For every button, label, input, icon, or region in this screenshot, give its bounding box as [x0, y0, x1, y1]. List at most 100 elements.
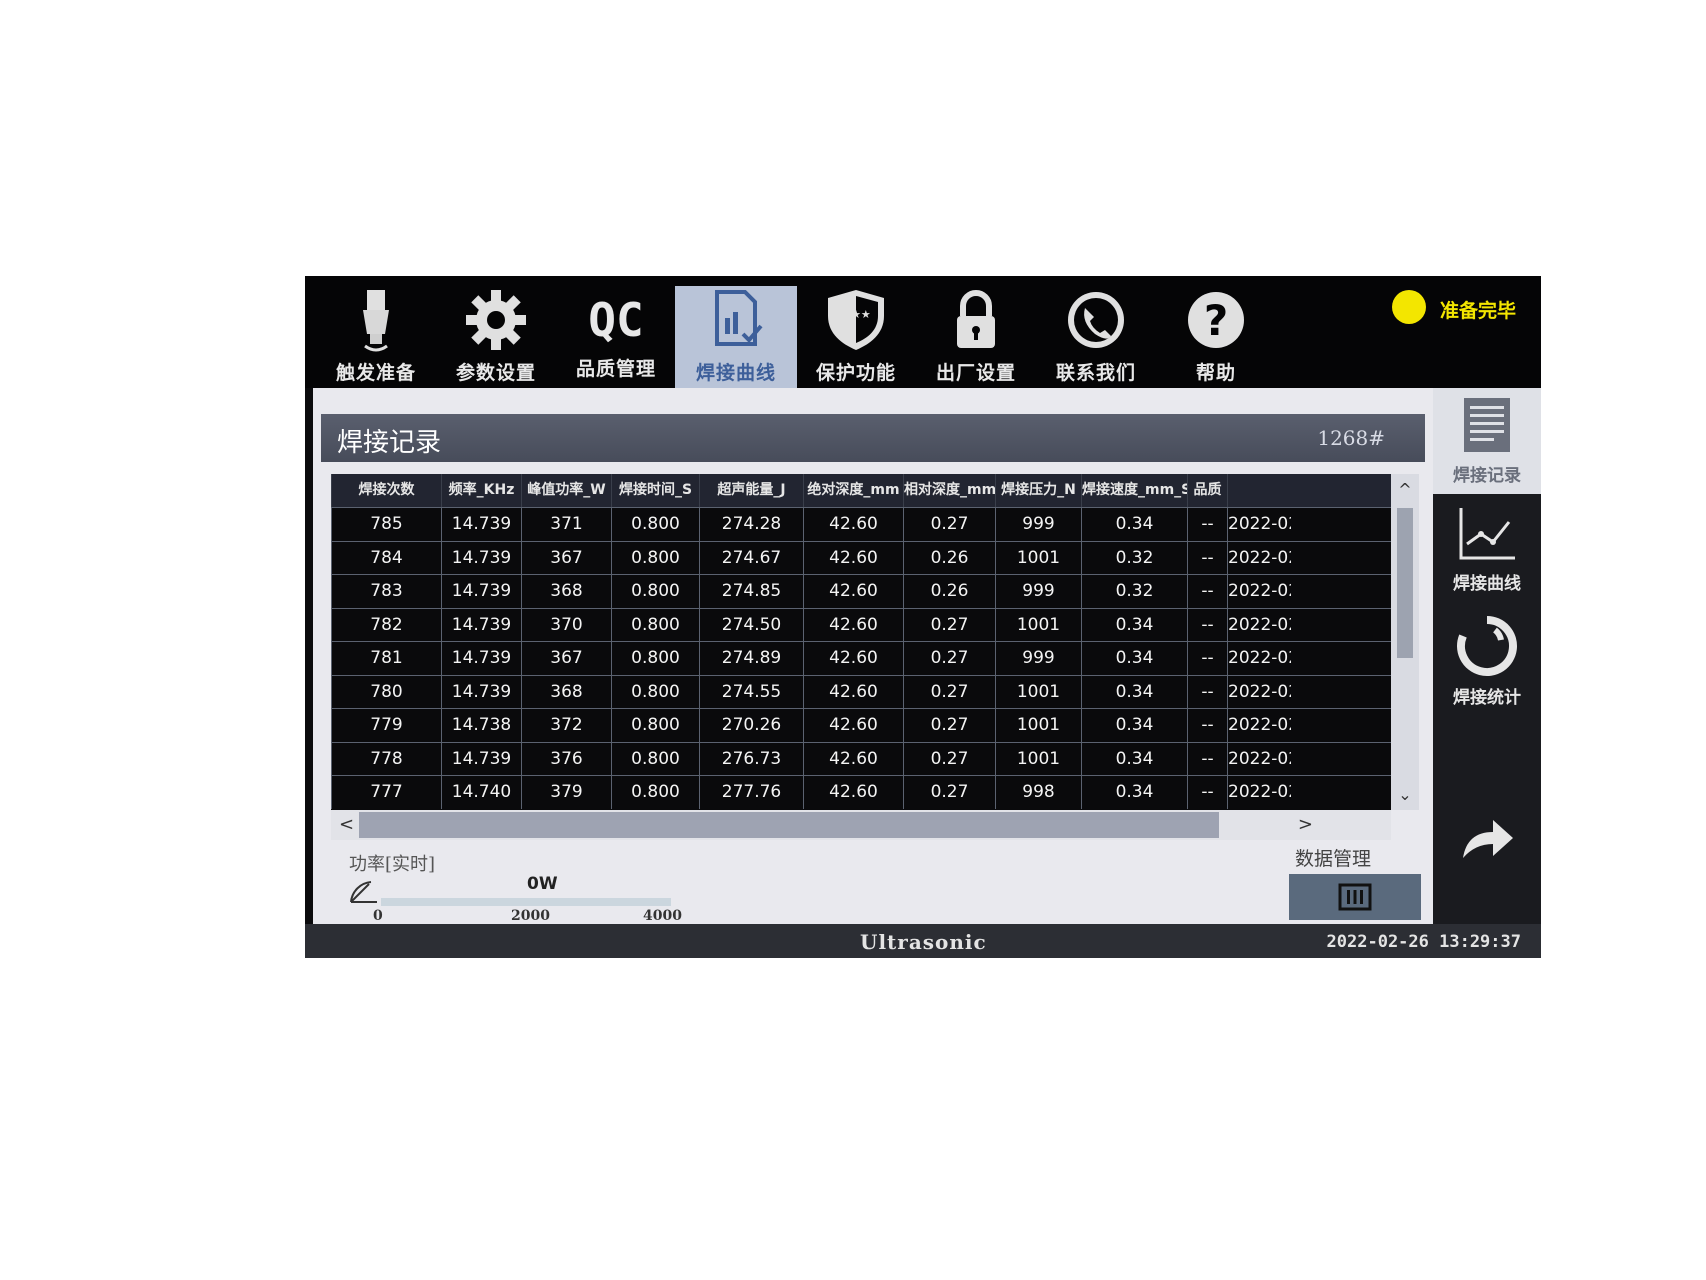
table-cell: -- — [1187, 508, 1227, 541]
tab-factory-settings[interactable]: 出厂设置 — [915, 286, 1037, 388]
vertical-scrollbar[interactable]: ^ ⌄ — [1391, 474, 1419, 810]
table-cell: 1001 — [995, 709, 1081, 742]
sidebar-item-weld-curve[interactable]: 焊接曲线 — [1433, 504, 1541, 604]
sidebar-item-label: 焊接统计 — [1453, 688, 1521, 708]
table-row[interactable]: 780 14.739 368 0.800 274.55 42.60 0.27 1001 0.34… — [331, 674, 1391, 709]
table-cell: 2022-02 — [1227, 508, 1291, 541]
table-cell: 777 — [331, 776, 441, 809]
table-cell: 42.60 — [803, 776, 903, 809]
table-cell: 274.85 — [699, 575, 803, 608]
status-indicator — [1392, 290, 1426, 324]
horizontal-scroll-thumb[interactable] — [359, 812, 1219, 838]
table-cell: 371 — [521, 508, 611, 541]
table-cell: 999 — [995, 642, 1081, 675]
table-cell: 0.800 — [611, 675, 699, 709]
table-row[interactable]: 785 14.739 371 0.800 274.28 42.60 0.27 999 0.34-… — [331, 507, 1391, 541]
table-cell: 2022-02 — [1227, 776, 1291, 809]
table-cell: 0.800 — [611, 742, 699, 776]
table-row[interactable]: 779 14.738 372 0.800 270.26 42.60 0.27 1001 0.34… — [331, 708, 1391, 742]
table-cell: 42.60 — [803, 575, 903, 608]
table-cell: 0.34 — [1081, 642, 1187, 675]
table-cell: -- — [1187, 642, 1227, 675]
table-cell: 0.800 — [611, 508, 699, 541]
table-cell: 1001 — [995, 675, 1081, 709]
tab-parameters[interactable]: 参数设置 — [435, 286, 557, 388]
table-cell: 42.60 — [803, 508, 903, 541]
table-cell: -- — [1187, 675, 1227, 709]
tab-weld-curve[interactable]: 焊接曲线 — [675, 286, 797, 388]
table-cell: 0.32 — [1081, 541, 1187, 575]
table-cell: 14.739 — [441, 608, 521, 642]
table-cell: 2022-02 — [1227, 575, 1291, 608]
table-cell: 0.800 — [611, 608, 699, 642]
table-cell: 0.27 — [903, 709, 995, 742]
table-cell: 14.739 — [441, 575, 521, 608]
horizontal-scrollbar[interactable]: < > — [331, 810, 1391, 840]
tab-contact-us[interactable]: 联系我们 — [1035, 286, 1157, 388]
column-header: 相对深度_mm — [903, 474, 995, 507]
table-cell: -- — [1187, 541, 1227, 575]
phone-icon — [1068, 292, 1124, 348]
table-row[interactable]: 782 14.739 370 0.800 274.50 42.60 0.27 1001 0.34… — [331, 607, 1391, 642]
chart-document-icon — [715, 290, 763, 346]
vertical-scroll-thumb[interactable] — [1397, 508, 1413, 658]
table-row[interactable]: 783 14.739 368 0.800 274.85 42.60 0.26 999 0.32-… — [331, 574, 1391, 608]
table-row[interactable]: 777 14.740 379 0.800 277.76 42.60 0.27 998 0.34-… — [331, 775, 1391, 809]
table-cell: 42.60 — [803, 675, 903, 709]
column-header: 焊接次数 — [331, 474, 441, 507]
main-panel: 焊接记录 1268# 焊接次数 频率_KHz 峰值功率_W 焊接时间_S 超声能量_J 绝… — [313, 388, 1433, 924]
scroll-down-icon[interactable]: ⌄ — [1391, 785, 1419, 804]
tab-protection[interactable]: ★★★ 保护功能 — [795, 286, 917, 388]
table-cell: 0.800 — [611, 575, 699, 608]
column-header: 超声能量_J — [699, 474, 803, 507]
table-row[interactable]: 778 14.739 376 0.800 276.73 42.60 0.27 1001 0.34… — [331, 741, 1391, 776]
table-cell: 0.34 — [1081, 776, 1187, 809]
data-management-button[interactable] — [1289, 874, 1421, 920]
table-cell: 376 — [521, 742, 611, 776]
status-label: 准备完毕 — [1440, 300, 1517, 322]
table-cell: 0.800 — [611, 541, 699, 575]
column-header: 频率_KHz — [441, 474, 521, 507]
tab-label: 保护功能 — [815, 362, 896, 384]
table-cell: 0.800 — [611, 776, 699, 809]
sidebar-item-label: 焊接曲线 — [1453, 574, 1521, 594]
back-button[interactable] — [1433, 814, 1541, 894]
tab-label: 品质管理 — [575, 358, 656, 380]
table-cell: 372 — [521, 709, 611, 742]
table-cell: 274.50 — [699, 608, 803, 642]
power-label: 功率[实时] — [349, 854, 436, 875]
table-cell: 2022-02 — [1227, 675, 1291, 709]
table-cell: 14.739 — [441, 675, 521, 709]
table-cell: 0.800 — [611, 642, 699, 675]
table-row[interactable]: 784 14.739 367 0.800 274.67 42.60 0.26 1001 0.32… — [331, 540, 1391, 575]
scroll-up-icon[interactable]: ^ — [1391, 480, 1419, 499]
tab-help[interactable]: ? 帮助 — [1155, 286, 1277, 388]
sidebar-item-weld-stats[interactable]: 焊接统计 — [1433, 614, 1541, 714]
table-cell: 270.26 — [699, 709, 803, 742]
table-cell: 274.89 — [699, 642, 803, 675]
table-cell: 2022-02 — [1227, 742, 1291, 776]
power-tick: 2000 — [511, 908, 550, 924]
table-row[interactable]: 781 14.739 367 0.800 274.89 42.60 0.27 999 0.34-… — [331, 641, 1391, 675]
data-management-label: 数据管理 — [1295, 848, 1372, 870]
table-cell: 779 — [331, 709, 441, 742]
scroll-right-icon[interactable]: > — [1298, 814, 1313, 835]
shield-icon: ★★★ — [828, 290, 884, 350]
top-toolbar: 触发准备 参数设置 QC 品质管理 焊接曲线 ★★★ 保护功能 出厂设置 联系我… — [305, 276, 1541, 388]
table-cell: -- — [1187, 608, 1227, 642]
tab-label: 焊接曲线 — [695, 362, 776, 384]
tab-label: 出厂设置 — [935, 362, 1016, 384]
tab-trigger-ready[interactable]: 触发准备 — [315, 286, 437, 388]
sidebar-item-weld-record[interactable]: 焊接记录 — [1433, 388, 1541, 494]
return-arrow-icon — [1463, 820, 1513, 858]
table-cell: -- — [1187, 776, 1227, 809]
gauge-icon — [350, 881, 377, 903]
scroll-left-icon[interactable]: < — [339, 814, 354, 835]
column-header: 焊接压力_N — [995, 474, 1081, 507]
weld-records-table[interactable]: 焊接次数 频率_KHz 峰值功率_W 焊接时间_S 超声能量_J 绝对深度_mm 相对深度_… — [331, 474, 1419, 810]
lock-icon — [957, 290, 995, 348]
table-cell: 367 — [521, 642, 611, 675]
column-header: 焊接时间_S — [611, 474, 699, 507]
tab-quality[interactable]: QC 品质管理 — [555, 286, 677, 388]
table-cell: 2022-02 — [1227, 541, 1291, 575]
